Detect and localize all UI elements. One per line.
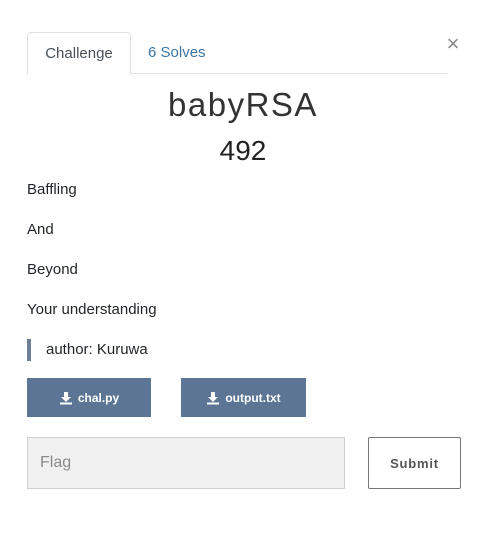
download-chal-py-button[interactable]: chal.py	[27, 378, 151, 417]
file-label: chal.py	[77, 390, 120, 405]
submit-button[interactable]: Submit	[368, 437, 461, 489]
download-output-txt-button[interactable]: output.txt	[181, 378, 306, 417]
challenge-points: 492	[219, 135, 267, 166]
download-icon	[59, 391, 72, 404]
challenge-modal: Challenge 6 Solves × babyRSA 492 Bafflin…	[0, 0, 486, 535]
tab-bar: Challenge 6 Solves	[27, 32, 447, 75]
tab-solves[interactable]: 6 Solves	[148, 32, 206, 74]
description-line: Your understanding	[27, 301, 157, 318]
download-icon	[207, 391, 220, 404]
description-line: Beyond	[27, 261, 78, 278]
description-line: And	[27, 221, 54, 238]
flag-input[interactable]	[27, 437, 345, 489]
challenge-title: babyRSA	[168, 86, 318, 123]
close-icon[interactable]: ×	[444, 33, 462, 55]
tab-challenge[interactable]: Challenge	[27, 32, 131, 75]
description-line: Baffling	[27, 181, 77, 198]
author-text: author: Kuruwa	[46, 341, 148, 358]
author-blockquote: author: Kuruwa	[27, 339, 148, 361]
file-label: output.txt	[225, 390, 281, 405]
